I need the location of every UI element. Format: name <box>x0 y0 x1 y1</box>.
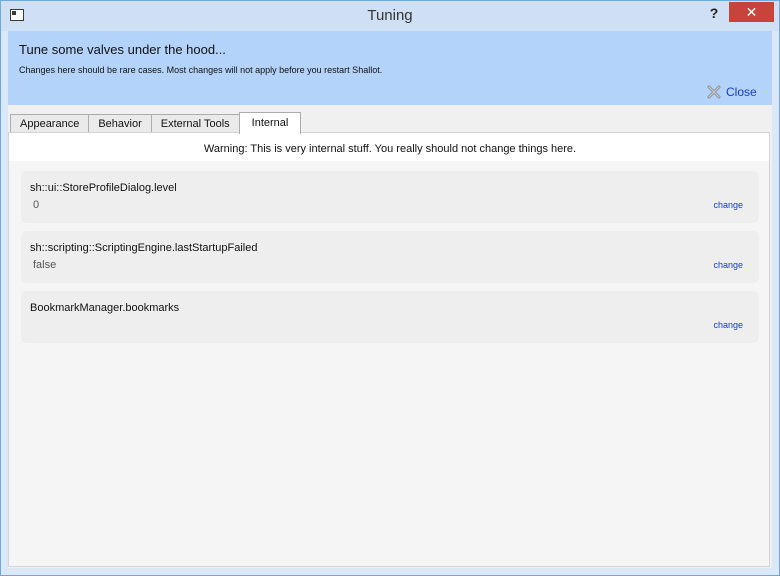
banner-title: Tune some valves under the hood... <box>19 42 226 57</box>
x-icon <box>707 85 721 99</box>
window-title: Tuning <box>367 7 413 24</box>
tab-behavior[interactable]: Behavior <box>88 114 152 133</box>
help-button[interactable]: ? <box>699 3 729 23</box>
setting-row: BookmarkManager.bookmarks change <box>21 291 759 343</box>
tuning-window: Tuning ? ✕ Tune some valves under the ho… <box>0 0 780 576</box>
banner-close-label: Close <box>726 85 757 99</box>
info-banner: Tune some valves under the hood... Chang… <box>8 31 772 105</box>
setting-row: sh::scripting::ScriptingEngine.lastStart… <box>21 231 759 283</box>
title-bar[interactable]: Tuning ? ✕ <box>1 1 779 31</box>
tab-internal[interactable]: Internal <box>238 112 302 134</box>
setting-value: false <box>33 259 57 271</box>
tab-appearance[interactable]: Appearance <box>10 114 90 133</box>
setting-key: sh::ui::StoreProfileDialog.level <box>30 182 177 194</box>
setting-key: sh::scripting::ScriptingEngine.lastStart… <box>30 242 258 254</box>
internal-tab-panel: Warning: This is very internal stuff. Yo… <box>8 132 770 567</box>
banner-subtitle: Changes here should be rare cases. Most … <box>19 65 383 75</box>
window-close-button[interactable]: ✕ <box>729 2 774 22</box>
settings-list: sh::ui::StoreProfileDialog.level 0 chang… <box>9 161 769 566</box>
change-link[interactable]: change <box>713 320 743 330</box>
change-link[interactable]: change <box>713 200 743 210</box>
dialog-client-area: Tune some valves under the hood... Chang… <box>8 31 772 568</box>
change-link[interactable]: change <box>713 260 743 270</box>
setting-key: BookmarkManager.bookmarks <box>30 302 180 314</box>
setting-value: 0 <box>33 199 40 211</box>
setting-row: sh::ui::StoreProfileDialog.level 0 chang… <box>21 171 759 223</box>
tab-external-tools[interactable]: External Tools <box>150 114 240 133</box>
banner-close-button[interactable]: Close <box>707 84 757 100</box>
internal-warning: Warning: This is very internal stuff. Yo… <box>203 143 577 155</box>
tab-bar: Appearance Behavior External Tools Inter… <box>10 112 302 134</box>
